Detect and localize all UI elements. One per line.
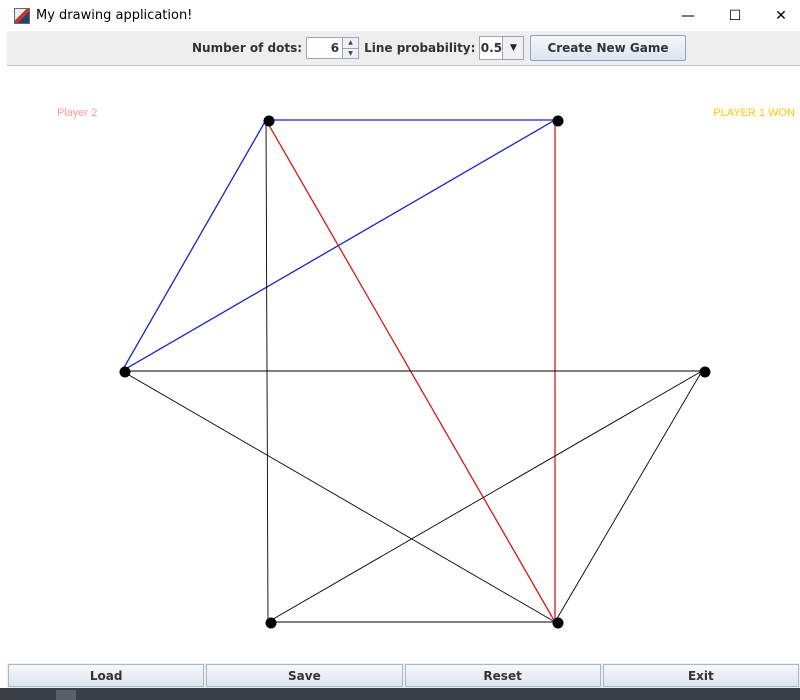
close-button[interactable]: ✕ — [758, 0, 800, 31]
dots-label: Number of dots: — [192, 41, 303, 55]
title-bar: My drawing application! — ☐ ✕ — [0, 0, 800, 31]
line-C-F[interactable] — [121, 370, 556, 623]
reset-button[interactable]: Reset — [404, 664, 601, 687]
close-icon: ✕ — [775, 7, 787, 24]
dots-layer — [119, 115, 711, 629]
dot-F[interactable] — [552, 617, 564, 629]
bottom-bar: Load Save Reset Exit — [7, 663, 800, 688]
probability-label: Line probability: — [364, 41, 476, 55]
dots-spinner[interactable]: 6 ▲ ▼ — [306, 37, 360, 59]
maximize-icon: ☐ — [728, 7, 742, 24]
game-canvas[interactable]: Player 2 PLAYER 1 WON — [7, 66, 800, 663]
exit-button[interactable]: Exit — [602, 664, 799, 687]
minimize-icon: — — [681, 7, 695, 24]
dot-E[interactable] — [265, 617, 277, 629]
current-player-label: Player 2 — [57, 107, 97, 119]
dot-B[interactable] — [552, 115, 564, 127]
load-button[interactable]: Load — [8, 664, 205, 687]
line-D-E[interactable] — [267, 370, 703, 623]
app-icon — [14, 7, 30, 24]
dot-C[interactable] — [119, 366, 131, 378]
game-status-label: PLAYER 1 WON — [713, 107, 795, 119]
app-window: My drawing application! — ☐ ✕ Number of … — [0, 0, 800, 688]
taskbar-item — [56, 690, 76, 700]
dot-D[interactable] — [699, 366, 711, 378]
probability-select[interactable]: 0.5 ▼ — [479, 36, 525, 60]
toolbar: Number of dots: 6 ▲ ▼ Line probability: … — [7, 31, 800, 66]
dropdown-arrow-icon[interactable]: ▼ — [503, 37, 523, 59]
maximize-button[interactable]: ☐ — [712, 0, 758, 31]
dot-A[interactable] — [263, 115, 275, 127]
dots-value[interactable]: 6 — [307, 38, 342, 58]
probability-value[interactable]: 0.5 — [480, 37, 504, 59]
line-D-F[interactable] — [554, 370, 703, 623]
spinner-up-icon[interactable]: ▲ — [343, 38, 358, 48]
save-button[interactable]: Save — [206, 664, 403, 687]
minimize-button[interactable]: — — [665, 0, 711, 31]
create-new-game-button[interactable]: Create New Game — [530, 35, 686, 61]
lines-layer — [121, 119, 703, 623]
line-A-C[interactable] — [121, 119, 267, 372]
window-title: My drawing application! — [36, 8, 193, 23]
spinner-down-icon[interactable]: ▼ — [343, 47, 359, 59]
